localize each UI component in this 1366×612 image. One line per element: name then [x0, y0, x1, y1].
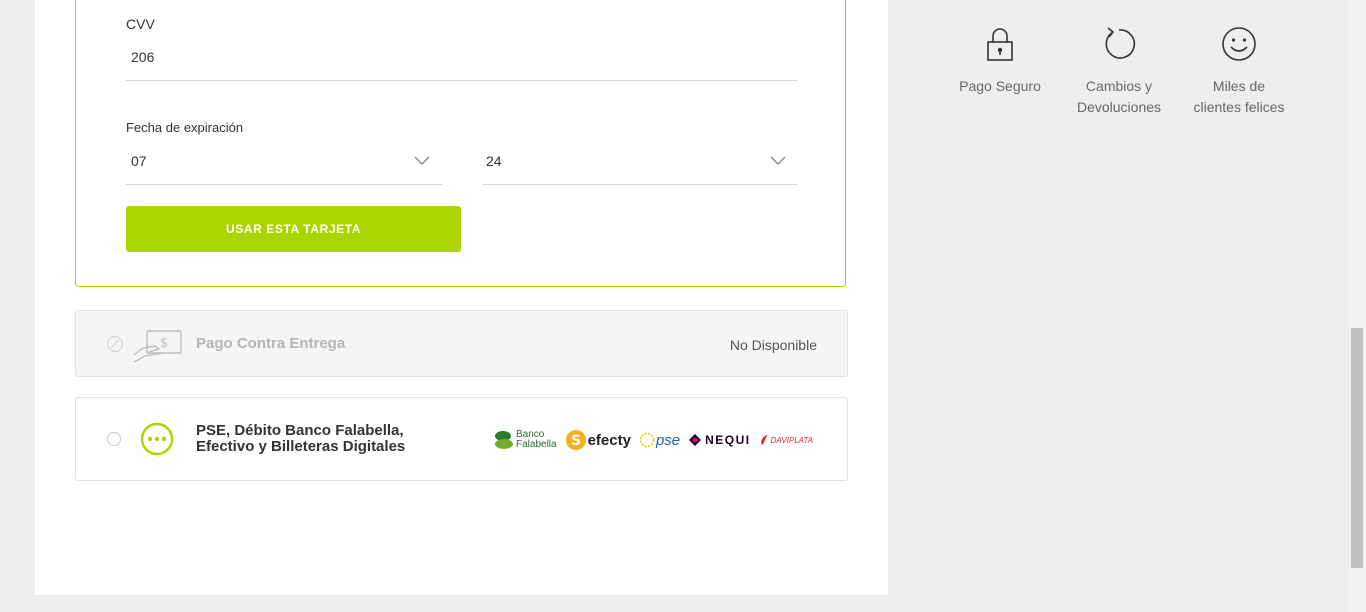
- benefit-secure-payment: Pago Seguro: [945, 26, 1055, 97]
- nequi-label: NEQUI: [705, 433, 751, 447]
- daviplata-logo: DAVIPLATA: [759, 433, 813, 447]
- benefit-line1: Miles de: [1212, 78, 1266, 94]
- benefit-line1: Cambios y: [1085, 78, 1153, 94]
- option-radio[interactable]: [107, 432, 121, 446]
- cvv-input[interactable]: 206: [131, 49, 154, 65]
- payment-logos: Banco Falabella S efecty pse NEQUI DAVIP…: [494, 426, 813, 454]
- option-title: Pago Contra Entrega: [196, 335, 346, 352]
- efecty-coin-icon: S: [565, 430, 586, 450]
- nequi-logo: NEQUI: [688, 433, 751, 447]
- banco-falabella-leaf-icon: [495, 431, 513, 449]
- year-select[interactable]: 24: [482, 143, 798, 185]
- benefit-line1: Pago Seguro: [959, 78, 1041, 94]
- disabled-radio-icon: [107, 336, 123, 352]
- month-underline: [126, 184, 442, 185]
- pse-logo: pse: [639, 432, 680, 449]
- lock-icon: [987, 28, 1013, 61]
- falabella-label: Falabella: [516, 439, 557, 450]
- daviplata-icon: [760, 435, 768, 445]
- more-dots-icon: [140, 422, 174, 456]
- benefit-line2: clientes felices: [1193, 99, 1285, 115]
- status-badge: No Disponible: [729, 337, 817, 353]
- benefit-happy-clients: Miles de clientes felices: [1184, 26, 1294, 118]
- smiley-icon: [1222, 27, 1256, 61]
- expiration-label: Fecha de expiración: [126, 120, 244, 135]
- checkout-panel: CVV 206 Fecha de expiración 07 24 USAR E…: [35, 0, 888, 595]
- svg-text:$: $: [160, 336, 168, 351]
- cvv-label: CVV: [126, 16, 155, 32]
- chevron-down-icon: [414, 156, 430, 165]
- daviplata-label: DAVIPLATA: [770, 435, 814, 445]
- option-title-line2: Efectivo y Billeteras Digitales: [196, 438, 406, 455]
- benefit-returns: Cambios y Devoluciones: [1064, 26, 1174, 118]
- use-card-button[interactable]: USAR ESTA TARJETA: [126, 206, 461, 252]
- benefit-line2: Devoluciones: [1076, 99, 1162, 115]
- month-value: 07: [131, 153, 147, 169]
- pse-label: pse: [655, 431, 681, 449]
- cash-hand-icon: $: [133, 330, 182, 363]
- pse-sun-icon: [639, 432, 655, 448]
- option-title-line1: PSE, Débito Banco Falabella,: [196, 422, 404, 439]
- option-title: PSE, Débito Banco Falabella, Efectivo y …: [196, 423, 405, 455]
- nequi-diamond-icon: [689, 434, 702, 446]
- cvv-underline: [126, 80, 798, 81]
- banco-falabella-logo: Banco Falabella: [494, 429, 557, 451]
- year-value: 24: [486, 153, 502, 169]
- month-select[interactable]: 07: [126, 143, 442, 185]
- efecty-logo: S efecty: [565, 429, 631, 451]
- chevron-down-icon: [770, 156, 786, 165]
- credit-card-form: CVV 206 Fecha de expiración 07 24 USAR E…: [75, 0, 846, 287]
- svg-text:S: S: [571, 433, 581, 449]
- year-underline: [482, 184, 798, 185]
- scrollbar-thumb[interactable]: [1351, 328, 1363, 568]
- payment-option-pse[interactable]: PSE, Débito Banco Falabella, Efectivo y …: [75, 397, 848, 481]
- payment-option-cash-on-delivery: $ Pago Contra Entrega No Disponible: [75, 310, 848, 377]
- return-arrow-icon: [1105, 27, 1136, 59]
- efecty-label: efecty: [587, 431, 631, 449]
- page-scrollbar[interactable]: [1349, 0, 1366, 612]
